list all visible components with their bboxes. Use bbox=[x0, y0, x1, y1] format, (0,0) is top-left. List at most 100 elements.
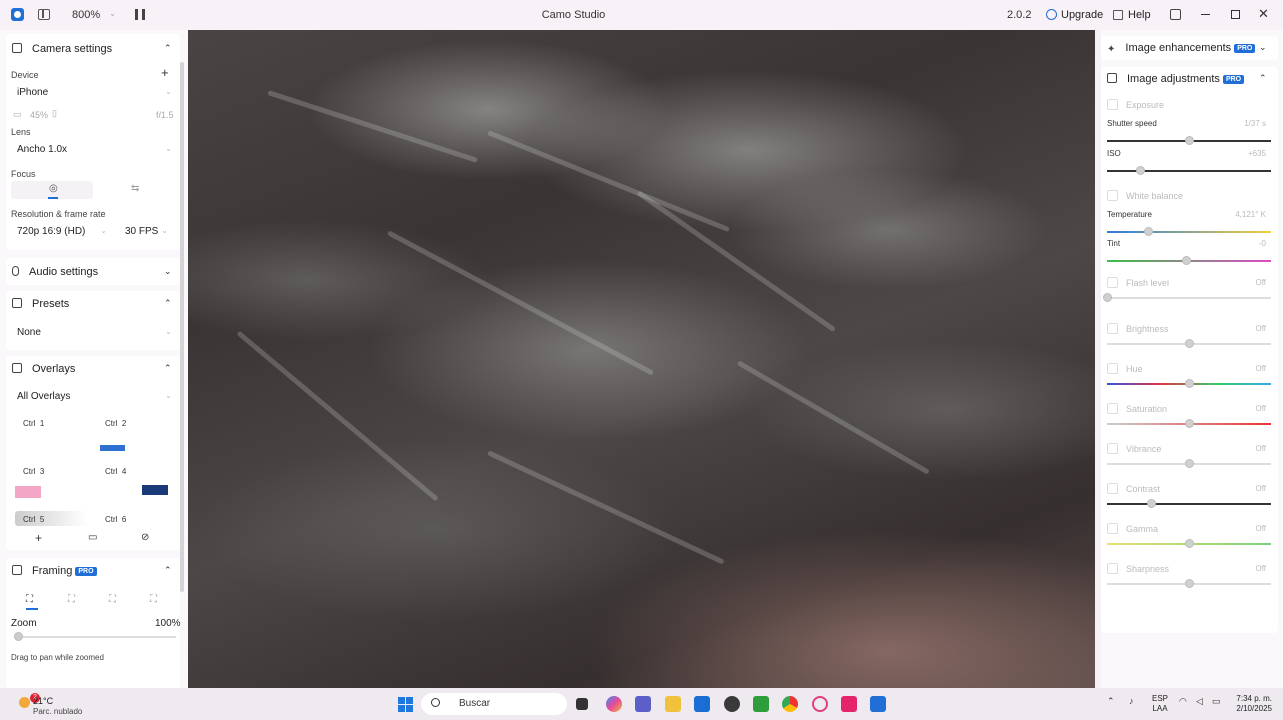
gamma-checkbox[interactable] bbox=[1107, 523, 1118, 534]
overlay-tile-5[interactable]: Ctrl 5 bbox=[15, 511, 87, 526]
left-scrollbar[interactable] bbox=[180, 62, 184, 592]
overlay-tile-6[interactable]: Ctrl 6 bbox=[97, 511, 169, 526]
xbox-icon[interactable] bbox=[753, 696, 769, 712]
overlays-header[interactable]: Overlays bbox=[12, 363, 75, 375]
overlay-folder-icon[interactable]: ▭ bbox=[88, 532, 97, 543]
resolution-select[interactable]: 720p 16:9 (HD) ⌄ bbox=[17, 226, 107, 237]
microphone-tray-icon[interactable]: ♪ bbox=[1129, 696, 1134, 706]
lens-select[interactable]: Ancho 1.0x ⌄ bbox=[17, 144, 172, 155]
iso-slider[interactable] bbox=[1107, 166, 1271, 175]
focus-manual-icon[interactable]: ⇆ bbox=[131, 183, 139, 194]
zoom-slider[interactable] bbox=[14, 632, 176, 641]
app-icon[interactable] bbox=[724, 696, 740, 712]
volume-icon[interactable]: ◁ bbox=[1196, 696, 1203, 707]
file-explorer-icon[interactable] bbox=[665, 696, 681, 712]
iso-slider-knob[interactable] bbox=[1135, 166, 1145, 175]
tint-slider-knob[interactable] bbox=[1181, 256, 1191, 265]
temperature-slider[interactable] bbox=[1107, 227, 1271, 236]
contrast-checkbox[interactable] bbox=[1107, 483, 1118, 494]
shutter-slider-knob[interactable] bbox=[1185, 136, 1194, 145]
overlays-filter-select[interactable]: All Overlays ⌄ bbox=[17, 391, 172, 402]
hue-slider-knob[interactable] bbox=[1185, 379, 1194, 388]
copilot-icon[interactable] bbox=[606, 696, 622, 712]
flash-checkbox[interactable] bbox=[1107, 277, 1118, 288]
maximize-button[interactable] bbox=[1231, 10, 1240, 19]
chevron-down-icon[interactable]: ⌄ bbox=[164, 266, 172, 277]
chevron-up-icon[interactable]: ⌃ bbox=[164, 43, 172, 54]
minimize-button[interactable] bbox=[1201, 14, 1210, 15]
gamma-slider[interactable] bbox=[1107, 539, 1271, 548]
overlay-tile-4[interactable]: Ctrl 4 bbox=[97, 463, 169, 505]
framing-auto-icon[interactable]: ⛶ bbox=[68, 594, 75, 605]
exposure-checkbox[interactable] bbox=[1107, 99, 1118, 110]
sharpness-slider[interactable] bbox=[1107, 579, 1271, 588]
vibrance-slider[interactable] bbox=[1107, 459, 1271, 468]
overlay-tile-1[interactable]: Ctrl 1 bbox=[15, 415, 87, 457]
camera-settings-header[interactable]: Camera settings bbox=[12, 43, 112, 55]
sharpness-slider-knob[interactable] bbox=[1185, 579, 1194, 588]
flash-slider-knob[interactable] bbox=[1103, 293, 1112, 302]
close-button[interactable]: ✕ bbox=[1258, 6, 1269, 22]
flash-slider[interactable] bbox=[1103, 293, 1271, 302]
chevron-up-icon[interactable]: ⌃ bbox=[164, 565, 172, 576]
chevron-up-icon[interactable]: ⌃ bbox=[1259, 73, 1267, 84]
saturation-slider-knob[interactable] bbox=[1185, 419, 1194, 428]
add-device-icon[interactable]: + bbox=[161, 65, 169, 80]
image-enhancements-card[interactable]: ✦ Image enhancements PRO ⌄ bbox=[1101, 36, 1278, 60]
shutter-slider[interactable] bbox=[1107, 136, 1271, 145]
chevron-up-icon[interactable]: ⌃ bbox=[164, 363, 172, 374]
brightness-slider[interactable] bbox=[1107, 339, 1271, 348]
overlay-tile-3[interactable]: Ctrl 3 bbox=[15, 463, 87, 505]
framing-fit-icon[interactable]: ⛶ bbox=[150, 594, 157, 605]
camera-preview[interactable] bbox=[188, 30, 1095, 688]
saturation-checkbox[interactable] bbox=[1107, 403, 1118, 414]
hue-slider[interactable] bbox=[1107, 379, 1271, 388]
help-button[interactable]: Help bbox=[1112, 5, 1151, 25]
chevron-down-icon[interactable]: ⌄ bbox=[1259, 42, 1267, 53]
temperature-slider-knob[interactable] bbox=[1144, 227, 1153, 236]
hue-checkbox[interactable] bbox=[1107, 363, 1118, 374]
audio-settings-card[interactable]: Audio settings ⌄ bbox=[6, 258, 180, 285]
panel-toggle-icon[interactable] bbox=[1170, 9, 1181, 20]
white_balance-checkbox[interactable] bbox=[1107, 190, 1118, 201]
vibrance-slider-knob[interactable] bbox=[1185, 459, 1194, 468]
fps-select[interactable]: 30 FPS ⌄ bbox=[125, 226, 168, 237]
overlay-tile-2[interactable]: Ctrl 2 bbox=[97, 415, 169, 457]
focus-auto-tab[interactable]: ◎ bbox=[11, 181, 93, 199]
framing-face-icon[interactable]: ⛶ bbox=[109, 594, 116, 605]
brightness-slider-knob[interactable] bbox=[1185, 339, 1194, 348]
chevron-up-icon[interactable]: ⌃ bbox=[164, 298, 172, 309]
tint-slider[interactable] bbox=[1107, 256, 1271, 265]
framing-pan-icon[interactable]: ⛶ bbox=[26, 594, 33, 605]
clock[interactable]: 7:34 p. m. 2/10/2025 bbox=[1232, 694, 1272, 714]
tray-chevron-icon[interactable]: ⌃ bbox=[1107, 696, 1115, 707]
contrast-slider[interactable] bbox=[1107, 499, 1271, 508]
device-select[interactable]: iPhone ⌄ bbox=[17, 87, 172, 98]
chrome-icon[interactable] bbox=[782, 696, 798, 712]
wifi-icon[interactable]: ◠ bbox=[1179, 696, 1187, 707]
presets-select[interactable]: None ⌄ bbox=[17, 327, 172, 338]
camo-taskbar-icon[interactable] bbox=[870, 696, 886, 712]
upgrade-button[interactable]: Upgrade bbox=[1042, 5, 1103, 25]
vibrance-checkbox[interactable] bbox=[1107, 443, 1118, 454]
brightness-checkbox[interactable] bbox=[1107, 323, 1118, 334]
opera-icon[interactable] bbox=[812, 696, 828, 712]
sharpness-checkbox[interactable] bbox=[1107, 563, 1118, 574]
zoom-slider-knob[interactable] bbox=[14, 632, 23, 641]
framing-header[interactable]: Framing PRO bbox=[12, 565, 97, 577]
weather-widget[interactable]: 2 21°C Parc. nublado bbox=[10, 691, 110, 717]
image-adjustments-header[interactable]: Image adjustments PRO bbox=[1107, 73, 1245, 85]
teams-icon[interactable] bbox=[635, 696, 651, 712]
start-button[interactable] bbox=[398, 697, 413, 712]
add-overlay-icon[interactable]: + bbox=[35, 531, 42, 545]
tiktok-icon[interactable] bbox=[841, 696, 857, 712]
presets-header[interactable]: Presets bbox=[12, 298, 69, 310]
battery-icon[interactable]: ▭ bbox=[1212, 696, 1221, 707]
saturation-slider[interactable] bbox=[1107, 419, 1271, 428]
language-indicator[interactable]: ESP LAA bbox=[1152, 694, 1168, 714]
hide-overlay-icon[interactable]: ⊘ bbox=[141, 532, 149, 543]
contrast-slider-knob[interactable] bbox=[1147, 499, 1157, 508]
taskbar-search[interactable]: Buscar bbox=[421, 693, 567, 715]
vscode-icon[interactable] bbox=[694, 696, 710, 712]
task-view-icon[interactable] bbox=[576, 698, 588, 710]
